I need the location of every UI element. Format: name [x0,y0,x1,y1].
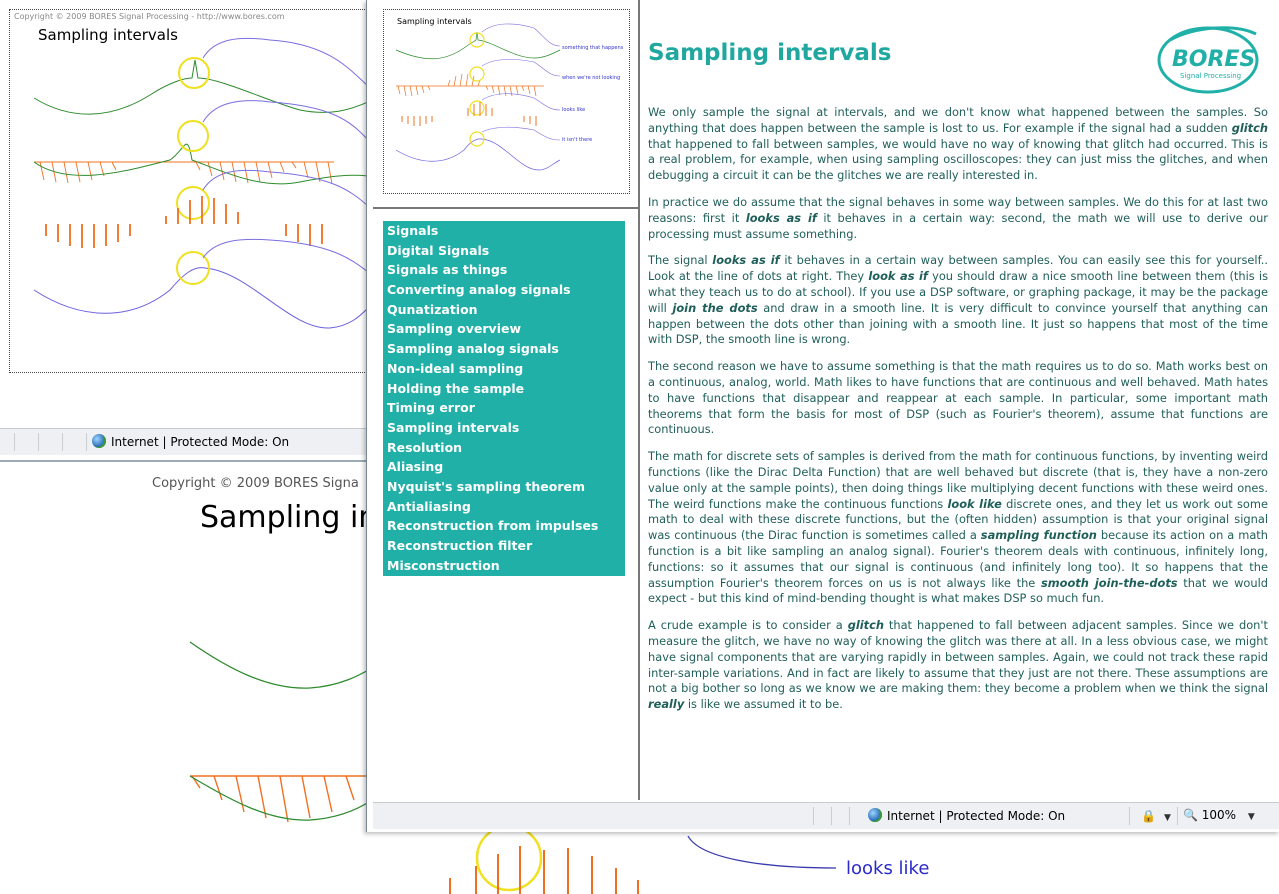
chevron-down-icon: ▼ [1163,813,1171,823]
nav-item[interactable]: Digital Signals [383,241,625,261]
nav-item[interactable]: Non-ideal sampling [383,359,625,379]
paragraph: We only sample the signal at intervals, … [648,105,1268,183]
main-content: Sampling intervals BORES Signal Processi… [648,0,1268,800]
paragraph: The signal looks as if it behaves in a c… [648,253,1269,347]
nav-item[interactable]: Signals [383,221,625,241]
thumbnail-note: it isn't there [562,137,593,143]
nav-item[interactable]: Sampling analog signals [383,339,625,359]
back-figure-graphics [33,37,368,329]
back-status-zone: Internet | Protected Mode: On [92,434,289,449]
back-browser-window[interactable]: Copyright © 2009 BORES Signal Processing… [0,0,373,462]
back-status-bar: Internet | Protected Mode: On [0,428,372,455]
figure-thumbnail[interactable]: Sampling intervals something that happen… [383,9,630,194]
front-status-zone-text: Internet | Protected Mode: On [887,809,1066,823]
nav-item[interactable]: Qunatization [383,300,625,320]
paragraph: The second reason we have to assume some… [648,359,1268,437]
back-status-zone-text: Internet | Protected Mode: On [111,435,290,449]
bores-logo-graphic: BORES Signal Processing [1157,26,1259,94]
nav-item[interactable]: Aliasing [383,457,625,477]
front-browser-window[interactable]: Sampling intervals something that happen… [366,0,1279,832]
nav-item[interactable]: Converting analog signals [383,280,625,300]
nav-item[interactable]: Signals as things [383,260,625,280]
nav-item[interactable]: Reconstruction filter [383,536,625,556]
thumbnail-note: something that happens [562,45,624,51]
nav-item-current[interactable]: Sampling intervals [383,418,625,438]
front-status-bar: Internet | Protected Mode: On 🔒 ▼ 🔍 100% … [373,802,1279,829]
protected-mode-icon[interactable]: 🔒 ▼ [1141,809,1171,823]
topic-navigation-menu: Signals Digital Signals Signals as thing… [383,221,625,576]
thumbnail-note: when we're not looking [562,75,621,81]
zoom-icon: 🔍 [1183,808,1198,822]
svg-text:BORES: BORES [1172,47,1255,72]
globe-icon [868,808,882,822]
nav-item[interactable]: Resolution [383,438,625,458]
paragraph: The math for discrete sets of samples is… [648,449,1268,606]
front-status-zone: Internet | Protected Mode: On [868,808,1065,823]
background-looks-like-label: looks like [846,858,930,879]
globe-icon [92,434,106,448]
nav-item[interactable]: Antialiasing [383,497,625,517]
paragraph: A crude example is to consider a glitch … [648,618,1268,712]
page-title: Sampling intervals [648,40,892,66]
zoom-level: 100% [1201,808,1237,822]
thumbnail-graphics [395,23,561,171]
article-body: We only sample the signal at intervals, … [648,105,1268,724]
thumbnail-divider [373,207,638,209]
back-figure-frame: Copyright © 2009 BORES Signal Processing… [9,9,369,373]
nav-item[interactable]: Reconstruction from impulses [383,516,625,536]
nav-item[interactable]: Holding the sample [383,379,625,399]
zoom-control[interactable]: 🔍 100% ▼ [1183,808,1255,822]
paragraph: In practice we do assume that the signal… [648,194,1268,241]
nav-item[interactable]: Timing error [383,398,625,418]
svg-text:Signal Processing: Signal Processing [1180,72,1241,80]
left-column: Sampling intervals something that happen… [373,0,640,800]
bores-logo[interactable]: BORES Signal Processing [1156,20,1260,96]
chevron-down-icon: ▼ [1247,812,1255,822]
nav-item[interactable]: Misconstruction [383,556,625,576]
nav-item[interactable]: Nyquist's sampling theorem [383,477,625,497]
thumbnail-note: looks like [562,107,586,113]
nav-item[interactable]: Sampling overview [383,319,625,339]
